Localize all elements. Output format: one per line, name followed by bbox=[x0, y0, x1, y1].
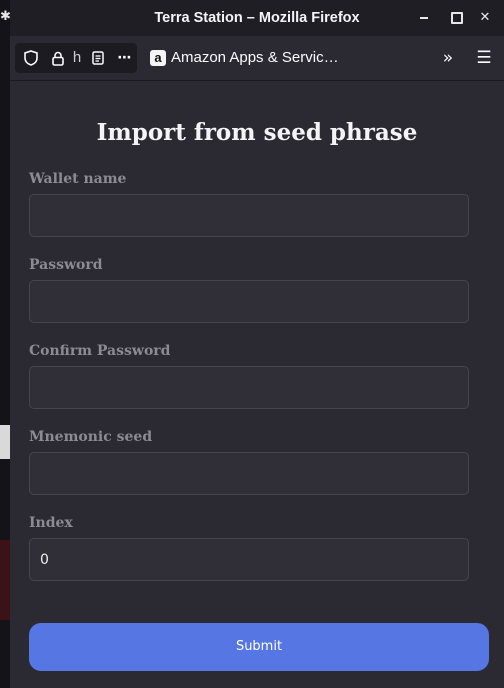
wallet-name-input[interactable] bbox=[29, 194, 469, 237]
firefox-window: Terra Station – Mozilla Firefox ✕ h ⋯ a … bbox=[10, 0, 504, 688]
close-icon[interactable]: ✕ bbox=[476, 9, 494, 27]
tab-amazon[interactable]: a Amazon Apps & Servic… bbox=[146, 43, 346, 73]
index-input[interactable] bbox=[29, 538, 469, 581]
reader-view-icon[interactable] bbox=[89, 43, 107, 73]
chevron-double-right-icon[interactable]: » bbox=[438, 43, 458, 73]
url-bar[interactable]: h ⋯ bbox=[15, 43, 137, 73]
mnemonic-seed-input[interactable] bbox=[29, 452, 469, 495]
desktop-icon: ✱ bbox=[0, 9, 11, 24]
page-title: Import from seed phrase bbox=[96, 119, 418, 146]
window-titlebar[interactable]: Terra Station – Mozilla Firefox ✕ bbox=[10, 0, 504, 36]
desktop-fragment bbox=[0, 540, 10, 620]
hamburger-menu-icon[interactable]: ☰ bbox=[473, 43, 495, 73]
index-label: Index bbox=[29, 515, 73, 531]
confirm-password-label: Confirm Password bbox=[29, 343, 171, 359]
password-label: Password bbox=[29, 257, 103, 273]
shield-icon[interactable] bbox=[21, 43, 41, 73]
browser-toolbar: h ⋯ a Amazon Apps & Servic… » ☰ bbox=[10, 36, 504, 81]
minimize-icon[interactable] bbox=[415, 9, 433, 27]
maximize-icon[interactable] bbox=[448, 9, 466, 27]
page-content: Import from seed phrase Wallet name Pass… bbox=[10, 81, 504, 688]
desktop-background-strip: ✱ bbox=[0, 0, 11, 688]
desktop-fragment bbox=[0, 425, 10, 459]
submit-button[interactable]: Submit bbox=[29, 623, 489, 671]
more-options-icon[interactable]: ⋯ bbox=[115, 43, 135, 73]
url-text[interactable]: h bbox=[71, 43, 83, 73]
password-input[interactable] bbox=[29, 280, 469, 323]
mnemonic-seed-label: Mnemonic seed bbox=[29, 429, 153, 445]
confirm-password-input[interactable] bbox=[29, 366, 469, 409]
amazon-favicon-icon: a bbox=[150, 50, 166, 66]
lock-icon[interactable] bbox=[49, 43, 67, 73]
tab-label: Amazon Apps & Servic… bbox=[171, 49, 339, 66]
wallet-name-label: Wallet name bbox=[29, 171, 127, 187]
